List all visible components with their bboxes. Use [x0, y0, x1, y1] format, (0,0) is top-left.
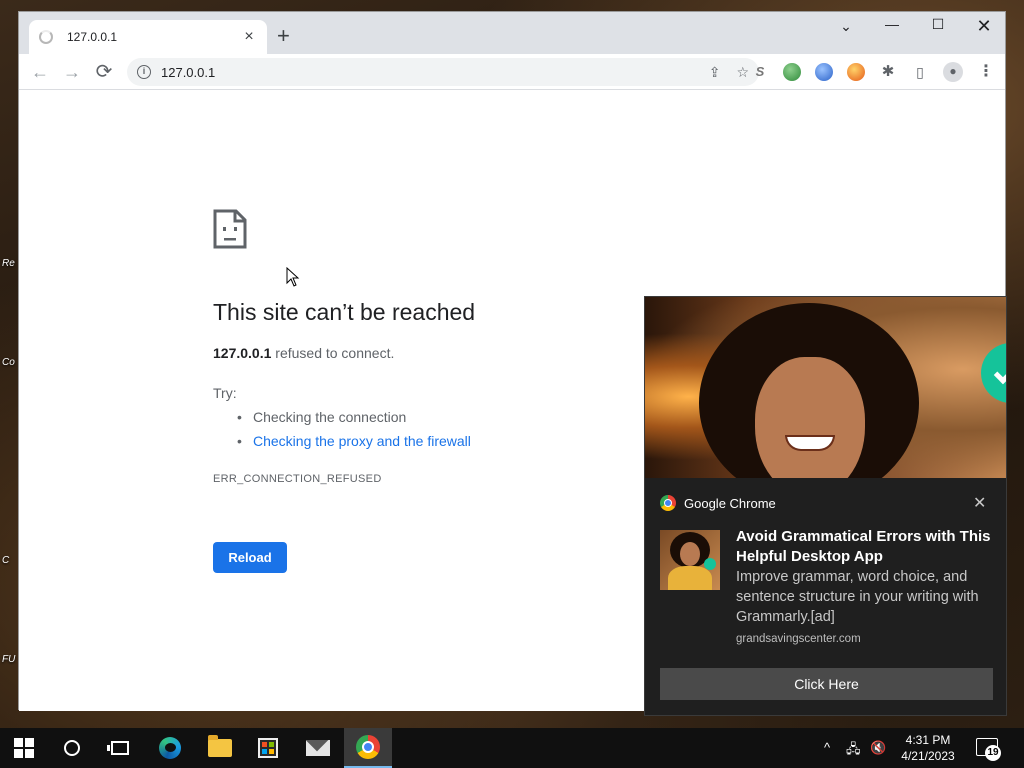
notification-source: grandsavingscenter.com — [736, 633, 861, 645]
bookmark-star-icon[interactable]: ☆ — [736, 64, 749, 81]
edge-icon — [159, 737, 181, 759]
desktop-icon-label[interactable]: Re — [2, 258, 15, 269]
network-icon[interactable]: 🖧 — [846, 740, 861, 762]
minimize-button[interactable]: — — [877, 16, 907, 32]
hero-face-shape — [755, 357, 865, 478]
new-tab-button[interactable]: + — [277, 25, 290, 47]
extensions-puzzle-icon[interactable]: ✱ — [879, 63, 897, 81]
address-bar[interactable]: i 127.0.0.1 ⇪ ☆ — [127, 58, 759, 86]
sad-document-icon — [213, 209, 247, 249]
store-icon — [258, 738, 278, 758]
error-title: This site can’t be reached — [213, 299, 476, 325]
maximize-button[interactable]: ☐ — [923, 16, 953, 33]
close-window-button[interactable]: ✕ — [969, 16, 999, 37]
thumb-check-icon — [704, 558, 716, 570]
extension-orange-icon[interactable] — [847, 63, 865, 81]
notification-app-name: Google Chrome — [684, 495, 776, 511]
error-detail: 127.0.0.1 refused to connect. — [213, 345, 394, 361]
notification-action-button[interactable]: Click Here — [660, 668, 993, 700]
taskbar: ^ 🖧 🔇 4:31 PM 4/21/2023 19 — [0, 728, 1024, 768]
browser-tab[interactable]: 127.0.0.1 × — [29, 20, 267, 54]
share-icon[interactable]: ⇪ — [709, 64, 721, 81]
browser-toolbar: ← → ⟳ i 127.0.0.1 ⇪ ☆ S ✱ ▯ ● ⋮ — [19, 54, 1005, 90]
loading-spinner-icon — [39, 30, 53, 44]
profile-avatar-icon[interactable]: ● — [943, 62, 963, 82]
mouse-cursor-icon — [286, 267, 300, 287]
notification-body: Improve grammar, word choice, and senten… — [736, 569, 979, 625]
clock-time: 4:31 PM — [905, 733, 951, 747]
thumb-body-shape — [668, 566, 712, 590]
error-code: ERR_CONNECTION_REFUSED — [213, 473, 382, 485]
desktop-icon-label[interactable]: FU — [2, 654, 15, 665]
url-text[interactable]: 127.0.0.1 — [161, 65, 693, 80]
search-icon — [64, 740, 80, 756]
tab-close-icon[interactable]: × — [241, 29, 257, 45]
task-view-button[interactable] — [96, 728, 144, 768]
stop-reload-button[interactable]: ⟳ — [92, 60, 116, 84]
clock-date: 4/21/2023 — [901, 749, 955, 763]
back-button[interactable]: ← — [28, 60, 52, 84]
mail-icon — [306, 740, 330, 756]
windows-logo-icon — [14, 738, 34, 758]
title-bar: 127.0.0.1 × + ⌄ — ☐ ✕ — [19, 12, 1005, 54]
extension-blue-icon[interactable] — [815, 63, 833, 81]
forward-button[interactable]: → — [60, 60, 84, 84]
notification-title: Avoid Grammatical Errors with This Helpf… — [736, 528, 991, 565]
taskbar-file-explorer[interactable] — [196, 728, 244, 768]
search-button[interactable] — [48, 728, 96, 768]
suggestion-check-proxy-link[interactable]: Checking the proxy and the firewall — [237, 433, 471, 449]
error-host: 127.0.0.1 — [213, 345, 272, 361]
extension-s-icon[interactable]: S — [751, 63, 769, 81]
folder-icon — [208, 735, 232, 757]
tab-title: 127.0.0.1 — [67, 30, 118, 44]
chrome-notification[interactable]: Google Chrome ✕ Avoid Grammatical Errors… — [644, 296, 1007, 716]
extension-green-icon[interactable] — [783, 63, 801, 81]
taskbar-chrome[interactable] — [344, 728, 392, 768]
system-clock[interactable]: 4:31 PM 4/21/2023 — [890, 732, 966, 764]
notification-close-icon[interactable]: ✕ — [973, 493, 986, 513]
tray-overflow-chevron-icon[interactable]: ^ — [824, 740, 830, 755]
notification-hero-image — [645, 297, 1006, 478]
notification-header: Google Chrome — [660, 495, 776, 511]
chrome-icon — [356, 735, 380, 759]
start-button[interactable] — [0, 728, 48, 768]
taskbar-edge[interactable] — [146, 728, 194, 768]
volume-muted-icon[interactable]: 🔇 — [870, 740, 886, 756]
desktop-icon-label[interactable]: C — [2, 555, 9, 566]
thumb-face-shape — [680, 542, 700, 566]
task-view-icon — [107, 741, 129, 755]
chrome-logo-icon — [660, 495, 676, 511]
suggestion-check-connection: Checking the connection — [237, 409, 406, 425]
taskbar-mail[interactable] — [294, 728, 342, 768]
taskbar-store[interactable] — [244, 728, 292, 768]
notification-count-badge: 19 — [985, 745, 1001, 761]
grammarly-check-icon — [981, 343, 1006, 403]
desktop-icon-label[interactable]: Co — [2, 357, 15, 368]
reload-button[interactable]: Reload — [213, 542, 287, 573]
try-label: Try: — [213, 385, 237, 401]
side-panel-icon[interactable]: ▯ — [911, 63, 929, 81]
error-detail-text: refused to connect. — [271, 345, 395, 361]
site-info-icon[interactable]: i — [137, 65, 151, 79]
notification-thumbnail — [660, 530, 720, 590]
tab-search-button[interactable]: ⌄ — [831, 18, 861, 35]
chrome-menu-icon[interactable]: ⋮ — [977, 63, 995, 81]
